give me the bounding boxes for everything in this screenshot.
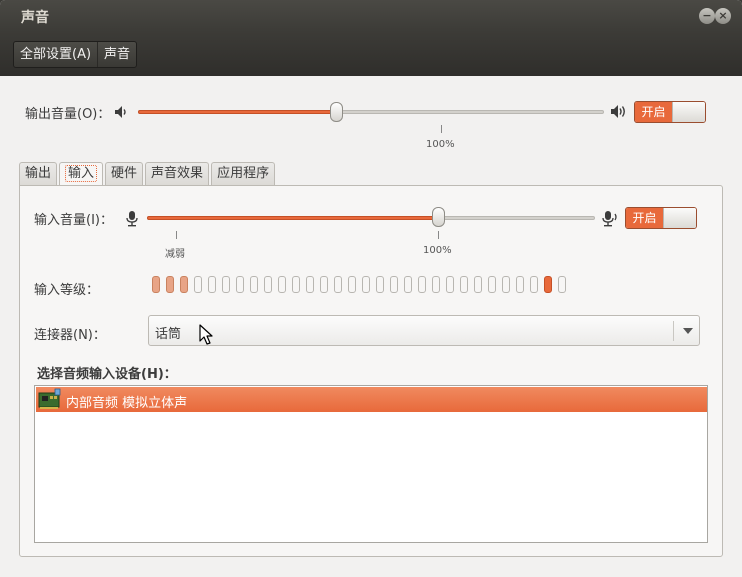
level-segment (222, 276, 230, 293)
title-bar[interactable]: 声音 − × (0, 0, 742, 32)
input-level-label: 输入等级： (34, 283, 100, 298)
input-min-mark-label: 减弱 (165, 249, 185, 260)
output-mute-switch[interactable]: 开启 (634, 101, 706, 123)
level-segment (404, 276, 412, 293)
level-segment (152, 276, 160, 293)
sound-breadcrumb-button[interactable]: 声音 (97, 42, 136, 67)
mouse-cursor-icon (199, 324, 213, 345)
level-segment (166, 276, 174, 293)
output-switch-handle[interactable] (672, 102, 705, 122)
speaker-high-icon (611, 105, 625, 118)
level-segment (376, 276, 384, 293)
tab-input-label: 输入 (65, 165, 98, 182)
list-item[interactable]: 内部音频 模拟立体声 (36, 387, 707, 412)
input-device-list[interactable]: 内部音频 模拟立体声 (34, 385, 708, 543)
level-segment (320, 276, 328, 293)
tab-applications[interactable]: 应用程序 (211, 162, 276, 185)
input-min-tick (176, 231, 177, 239)
device-name: 内部音频 模拟立体声 (66, 396, 188, 411)
output-volume-fill (138, 110, 336, 114)
tab-hardware[interactable]: 硬件 (105, 162, 144, 185)
tab-output-label: 输出 (25, 166, 52, 181)
output-switch-on-label: 开启 (635, 102, 672, 122)
level-segment (502, 276, 510, 293)
connector-dropdown[interactable]: 话筒 (148, 315, 700, 346)
tab-sound-effects[interactable]: 声音效果 (145, 162, 210, 185)
level-segment (264, 276, 272, 293)
level-segment (460, 276, 468, 293)
input-volume-label: 输入音量(I)： (34, 213, 113, 228)
level-segment (474, 276, 482, 293)
all-settings-button[interactable]: 全部设置(A) (14, 42, 97, 67)
level-segment (334, 276, 342, 293)
dropdown-separator (673, 321, 674, 341)
level-segment (446, 276, 454, 293)
breadcrumb: 全部设置(A) 声音 (13, 41, 138, 68)
tab-output[interactable]: 输出 (19, 162, 58, 185)
minimize-button[interactable]: − (699, 8, 715, 24)
tab-hardware-label: 硬件 (111, 166, 138, 181)
speaker-low-icon (115, 106, 126, 118)
microphone-high-icon (602, 211, 617, 227)
input-switch-handle[interactable] (663, 208, 696, 228)
level-segment (362, 276, 370, 293)
input-mute-switch[interactable]: 开启 (625, 207, 697, 229)
tab-bar: 输出 输入 硬件 声音效果 应用程序 (19, 162, 277, 186)
tab-sound-effects-label: 声音效果 (151, 166, 204, 181)
level-segment (348, 276, 356, 293)
level-segment (278, 276, 286, 293)
output-volume-slider-handle[interactable] (330, 102, 343, 122)
level-segment (432, 276, 440, 293)
level-segment (488, 276, 496, 293)
close-button[interactable]: × (715, 8, 731, 24)
level-segment (306, 276, 314, 293)
tab-input[interactable]: 输入 (59, 162, 104, 186)
output-scale-tick (441, 125, 442, 133)
sound-card-icon (38, 388, 61, 409)
chevron-down-icon[interactable] (683, 328, 693, 334)
output-scale-100-label: 100% (426, 139, 455, 150)
level-segment (530, 276, 538, 293)
connector-selected-value: 话筒 (155, 327, 182, 342)
level-segment (208, 276, 216, 293)
input-scale-100-label: 100% (423, 245, 452, 256)
output-volume-label: 输出音量(O)： (25, 107, 111, 122)
input-switch-on-label: 开启 (626, 208, 663, 228)
input-volume-fill (147, 216, 438, 220)
level-segment (180, 276, 188, 293)
level-segment (236, 276, 244, 293)
toolbar: 全部设置(A) 声音 (0, 32, 742, 76)
level-segment (558, 276, 566, 293)
level-segment (390, 276, 398, 293)
connector-label: 连接器(N)： (34, 328, 106, 343)
level-segment (250, 276, 258, 293)
window-title: 声音 (21, 10, 49, 26)
level-segment (418, 276, 426, 293)
microphone-low-icon (126, 211, 138, 227)
level-segment (194, 276, 202, 293)
device-list-label: 选择音频输入设备(H)： (37, 367, 177, 382)
sound-settings-window: 声音 − × 全部设置(A) 声音 输出音量(O)： 100% 开启 输出 输入… (0, 0, 742, 577)
level-segment (544, 276, 552, 293)
input-100-tick (438, 231, 439, 239)
tab-applications-label: 应用程序 (217, 166, 270, 181)
input-volume-slider-handle[interactable] (432, 207, 445, 227)
level-segment (516, 276, 524, 293)
level-segment (292, 276, 300, 293)
